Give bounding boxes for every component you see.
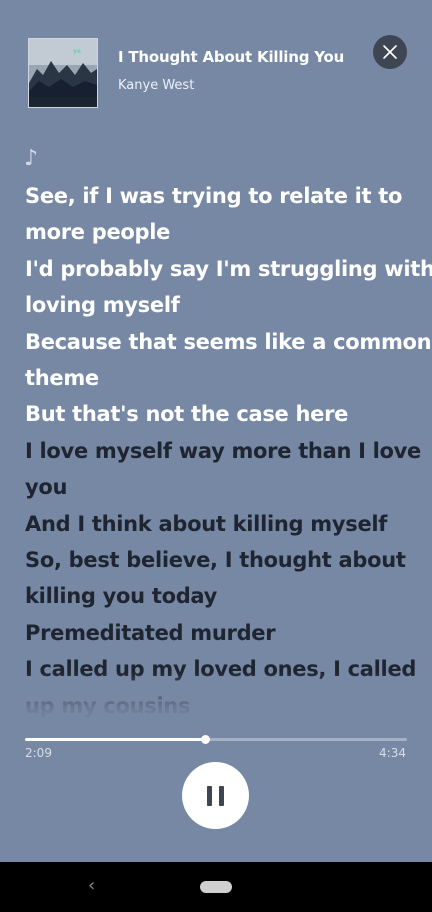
lyric-line[interactable]: I'd probably say I'm struggling with bbox=[25, 251, 432, 287]
total-time: 4:34 bbox=[379, 746, 406, 760]
svg-text:ye: ye bbox=[73, 48, 81, 55]
lyric-line[interactable]: I called up my loved ones, I called bbox=[25, 651, 416, 687]
lyrics-screen: ye I Thought About Killing You Kanye Wes… bbox=[0, 0, 432, 862]
pause-button[interactable] bbox=[182, 762, 249, 829]
track-title: I Thought About Killing You bbox=[118, 48, 345, 66]
nav-back-icon[interactable]: ‹ bbox=[88, 875, 95, 896]
nav-home-pill[interactable] bbox=[200, 881, 232, 893]
pause-icon bbox=[206, 785, 224, 806]
lyric-line[interactable]: you bbox=[25, 469, 410, 505]
lyric-line[interactable]: killing you today bbox=[25, 578, 410, 614]
album-art: ye bbox=[28, 38, 98, 108]
lyrics-list[interactable]: See, if I was trying to relate it to more… bbox=[25, 178, 432, 724]
lyric-line[interactable]: theme bbox=[25, 360, 410, 396]
progress-fill bbox=[25, 738, 205, 741]
close-button[interactable] bbox=[373, 35, 407, 69]
lyric-line[interactable]: I love myself way more than I love bbox=[25, 433, 421, 469]
progress-thumb[interactable] bbox=[200, 735, 210, 744]
lyric-line[interactable]: So, best believe, I thought about bbox=[25, 542, 410, 578]
lyric-line[interactable]: And I think about killing myself bbox=[25, 506, 410, 542]
progress-bar[interactable] bbox=[25, 734, 407, 746]
lyric-line[interactable]: more people bbox=[25, 214, 410, 250]
lyric-line[interactable]: But that's not the case here bbox=[25, 396, 410, 432]
lyric-line[interactable]: Premeditated murder bbox=[25, 615, 410, 651]
elapsed-time: 2:09 bbox=[25, 746, 52, 760]
lyric-line[interactable]: See, if I was trying to relate it to bbox=[25, 178, 410, 214]
album-art-image: ye bbox=[29, 39, 97, 107]
lyric-line[interactable]: up my cousins bbox=[25, 688, 410, 724]
now-playing-header: ye I Thought About Killing You Kanye Wes… bbox=[28, 38, 408, 108]
music-note-icon: ♪ bbox=[24, 146, 39, 171]
lyric-line[interactable]: Because that seems like a common bbox=[25, 324, 432, 360]
track-artist[interactable]: Kanye West bbox=[118, 78, 194, 93]
lyric-line[interactable]: loving myself bbox=[25, 287, 410, 323]
close-icon bbox=[383, 45, 397, 59]
system-nav-bar: ‹ bbox=[0, 862, 432, 912]
